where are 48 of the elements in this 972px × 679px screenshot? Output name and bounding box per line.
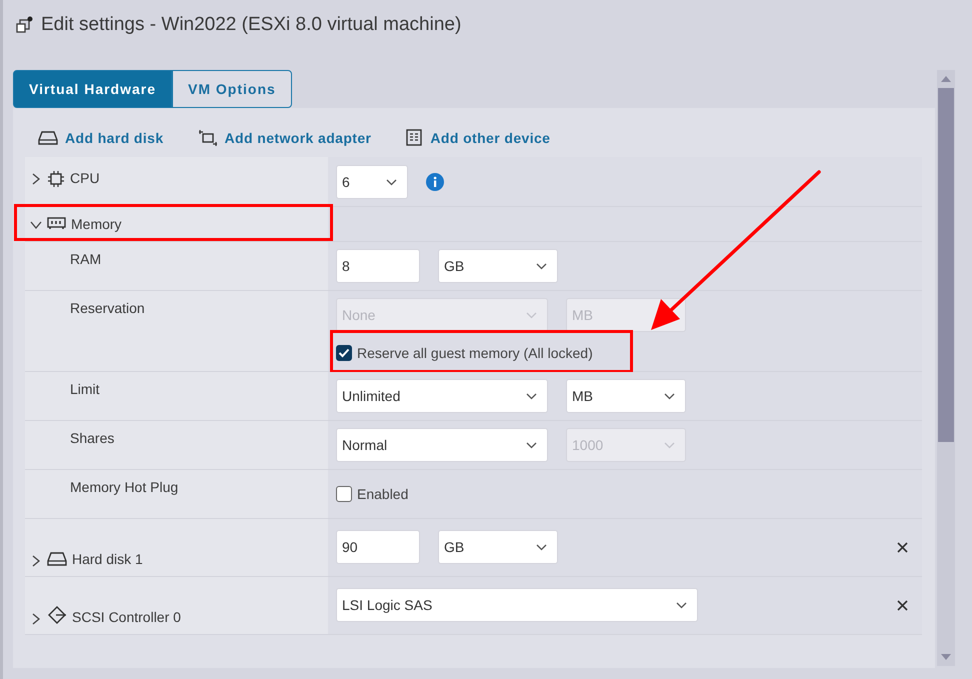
checkbox-option[interactable]: Enabled (336, 483, 408, 505)
row-label: Shares (70, 430, 114, 446)
info-icon[interactable] (426, 173, 444, 191)
chevron-right-icon[interactable] (30, 555, 42, 567)
row-label: SCSI Controller 0 (72, 609, 181, 625)
device-list-icon (405, 129, 424, 147)
dropdown[interactable]: GB (438, 530, 558, 564)
row-label: Hard disk 1 (72, 551, 143, 567)
chevron-down-icon[interactable] (30, 219, 42, 231)
vm-settings-icon (15, 16, 33, 34)
memory-icon (47, 216, 66, 230)
dropdown[interactable]: MB (566, 379, 686, 413)
dropdown[interactable]: Normal (336, 428, 548, 462)
caret-icon (664, 442, 675, 448)
chevron-right-icon[interactable] (30, 173, 42, 185)
cpu-icon (47, 170, 65, 188)
network-adapter-icon (198, 129, 218, 147)
chevron-right-icon[interactable] (30, 613, 42, 625)
caret-icon (386, 178, 397, 186)
caret-icon (536, 544, 547, 550)
dropdown[interactable]: Unlimited (336, 379, 548, 413)
dropdown[interactable]: GB (438, 249, 558, 283)
row-label: RAM (70, 251, 102, 267)
toolbar-action[interactable]: Add hard disk (38, 128, 164, 148)
caret-icon (526, 392, 537, 400)
caret-icon (536, 262, 547, 270)
row-label: Limit (70, 381, 100, 397)
tab[interactable]: VM Options (172, 70, 292, 108)
row-label: CPU (70, 170, 100, 186)
dropdown[interactable]: 6 (336, 165, 408, 199)
row-label: Memory Hot Plug (70, 479, 178, 495)
caret-icon (526, 312, 537, 318)
controller-icon (47, 605, 67, 625)
caret-icon (664, 392, 675, 400)
window-title: Edit settings - Win2022 (ESXi 8.0 virtual machine) (41, 14, 462, 36)
checkbox-option[interactable]: Reserve all guest memory (All locked) (336, 342, 593, 364)
caret-icon (526, 442, 537, 448)
tab[interactable]: Virtual Hardware (13, 70, 172, 108)
row-label: Memory (71, 216, 122, 232)
checkbox[interactable] (336, 486, 352, 502)
input-field[interactable]: 8 (336, 249, 420, 283)
toolbar-action[interactable]: Add network adapter (198, 128, 372, 148)
checkbox[interactable] (336, 345, 352, 361)
row-label: Reservation (70, 300, 145, 316)
caret-icon (676, 602, 687, 608)
dropdown[interactable]: LSI Logic SAS (336, 588, 698, 622)
toolbar-action[interactable]: Add other device (405, 128, 550, 148)
input-field[interactable]: 90 (336, 530, 420, 564)
